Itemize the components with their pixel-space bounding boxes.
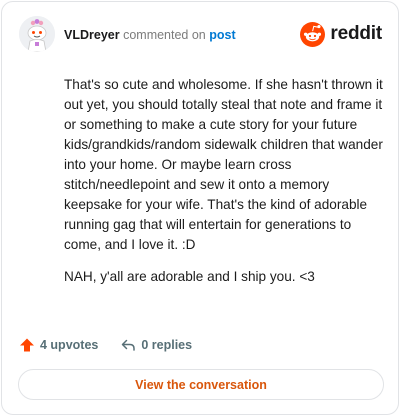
post-link[interactable]: post <box>209 28 235 42</box>
comment-body: That's so cute and wholesome. If she has… <box>64 75 384 299</box>
comment-paragraph: NAH, y'all are adorable and I ship you. … <box>64 269 315 284</box>
user-avatar[interactable] <box>19 16 55 52</box>
reddit-logo-icon <box>300 21 326 47</box>
reply-count: 0 replies <box>141 338 193 352</box>
avatar-snoo-icon <box>19 16 55 52</box>
comment-actions: 4 upvotes 0 replies <box>19 336 192 354</box>
reply-arrow-icon <box>122 339 136 351</box>
upvote-count: 4 upvotes <box>40 338 99 352</box>
brand-wordmark: reddit <box>330 23 382 44</box>
comment-byline: VLDreyer commented on post <box>64 28 236 42</box>
comment-paragraph: That's so cute and wholesome. If she has… <box>64 77 383 252</box>
view-conversation-button[interactable]: View the conversation <box>18 369 384 400</box>
reddit-brand[interactable]: reddit <box>300 21 382 47</box>
upvote-button[interactable]: 4 upvotes <box>19 337 98 353</box>
comment-card: VLDreyer commented on post reddit That's… <box>1 1 399 415</box>
upvote-arrow-icon <box>20 338 34 352</box>
byline-action-text: commented on <box>123 28 206 42</box>
reply-button[interactable]: 0 replies <box>120 337 192 353</box>
card-header: VLDreyer commented on post reddit <box>2 2 398 66</box>
username-link[interactable]: VLDreyer <box>64 28 120 42</box>
